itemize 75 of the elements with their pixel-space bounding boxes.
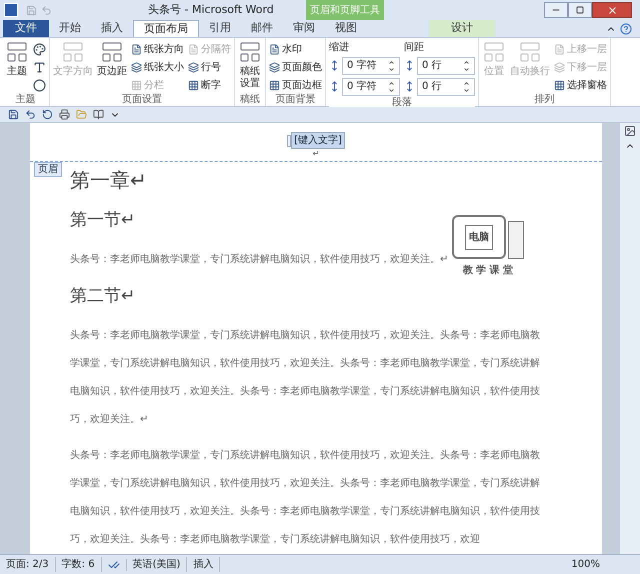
group-label: 稿纸 — [238, 94, 262, 106]
heading: 第一章↵ — [70, 169, 147, 194]
close-button[interactable] — [592, 2, 632, 18]
heading: 第二节↵ — [70, 285, 135, 307]
ribbon-tab[interactable]: 审阅 — [283, 20, 325, 37]
ribbon-tab[interactable]: 引用 — [199, 20, 241, 37]
spin-field[interactable]: 0 字符 — [342, 56, 400, 74]
screen-label: 电脑 — [465, 224, 493, 250]
spin-field[interactable]: 0 行 — [417, 56, 475, 74]
paragraph-line: 巧，欢迎关注。头条号：李老师电脑教学课堂，专门系统讲解电脑知识，软件使用技巧，欢迎 — [70, 532, 480, 547]
zoom-level[interactable]: 100% — [571, 557, 600, 572]
paragraph-line: 电脑知识，软件使用技巧，欢迎关注。头条号：李老师电脑教学课堂，专门系统讲解电脑知识，软件使用技 — [70, 504, 540, 519]
spacing-icon — [329, 60, 340, 71]
ribbon-small-button[interactable]: 水印 — [269, 40, 322, 58]
ruler-toggle-icon[interactable] — [624, 125, 636, 137]
ribbon-large-button[interactable]: 稿纸设置 — [238, 40, 262, 90]
ribbon-tab[interactable]: 邮件 — [241, 20, 283, 37]
context-tab-label: 页眉和页脚工具 — [306, 0, 384, 20]
spin-field[interactable]: 0 字符 — [342, 78, 400, 96]
group-heading: 间距 — [404, 41, 425, 55]
paragraph-line: 学课堂，专门系统讲解电脑知识，软件使用技巧，欢迎关注。头条号：李老师电脑教学课堂，专门系统讲解 — [70, 356, 540, 371]
page-icon — [518, 40, 542, 64]
paragraph-line: 头条号：李老师电脑教学课堂，专门系统讲解电脑知识，软件使用技巧，欢迎关注。头条号：李老师电脑教 — [70, 328, 540, 343]
ribbon-large-button[interactable]: 主题 — [5, 40, 29, 78]
ribbon-small-button[interactable]: 页面边框 — [269, 76, 322, 94]
paragraph-line: 巧，欢迎关注。↵ — [70, 412, 148, 427]
ribbon-tab[interactable]: 页面布局 — [133, 20, 199, 37]
ribbon-small-button[interactable]: 页面颜色 — [269, 58, 322, 76]
save-icon[interactable] — [8, 109, 19, 120]
page-icon — [61, 40, 85, 64]
maximize-icon — [576, 6, 584, 14]
content-control-handle-icon — [287, 134, 292, 146]
paragraph-mark: ↵ — [312, 149, 320, 159]
group-heading: 缩进 — [329, 40, 350, 55]
maximize-button[interactable] — [568, 2, 592, 18]
help-icon[interactable] — [620, 23, 632, 35]
ribbon-small-button[interactable]: 选择窗格 — [554, 76, 607, 94]
spacing-icon — [404, 60, 415, 71]
page-icon — [238, 40, 262, 64]
word-logo-icon — [4, 3, 18, 17]
status-item[interactable]: 插入 — [187, 557, 220, 572]
status-item[interactable]: 字数: 6 — [56, 557, 102, 572]
paragraph-line: 学课堂，专门系统讲解电脑知识，软件使用技巧，欢迎关注。头条号：李老师电脑教学课堂，专门系统讲解 — [70, 476, 540, 491]
redo-icon[interactable] — [42, 109, 53, 120]
spacing-icon — [329, 81, 340, 92]
ribbon-small-button[interactable]: 断字 — [188, 76, 231, 94]
logo-caption: 教 学 课 堂 — [462, 264, 514, 278]
ribbon-small-button[interactable]: 纸张方向 — [131, 40, 184, 58]
page-icon — [100, 40, 124, 64]
ribbon-tab[interactable]: 视图 — [325, 20, 367, 37]
proofing-icon[interactable] — [108, 558, 120, 570]
status-item[interactable]: 页面: 2/3 — [0, 557, 56, 572]
ribbon-tab[interactable]: 文件 — [3, 20, 49, 37]
header-placeholder[interactable]: [键入文字] — [291, 132, 345, 149]
close-icon — [606, 4, 618, 16]
paragraph-line: 头条号：李老师电脑教学课堂，专门系统讲解电脑知识，软件使用技巧，欢迎关注。头条号：李老师电脑教 — [70, 448, 540, 463]
undo-icon[interactable] — [25, 109, 36, 120]
ribbon-tab[interactable]: 开始 — [49, 20, 91, 37]
ribbon-small-button[interactable]: 行号 — [188, 58, 231, 76]
window-title: 头条号 - Microsoft Word — [148, 2, 274, 18]
status-item[interactable]: 英语(美国) — [126, 557, 188, 572]
ribbon-tab[interactable]: 设计 — [429, 20, 495, 37]
computer-tower-drawing — [508, 221, 524, 259]
ribbon-large-button[interactable]: 页边距 — [97, 40, 127, 78]
paragraph-line: 头条号：李老师电脑教学课堂，专门系统讲解电脑知识，软件使用技巧，欢迎关注。↵ — [70, 252, 448, 267]
page-icon — [482, 40, 506, 64]
print-preview-icon[interactable] — [59, 109, 70, 120]
page-icon — [5, 40, 29, 64]
paragraph-line: 电脑知识，软件使用技巧，欢迎关注。头条号：李老师电脑教学课堂，专门系统讲解电脑知识，软件使用技 — [70, 384, 540, 399]
header-tag: 页眉 — [34, 162, 62, 177]
spacing-icon — [404, 81, 415, 92]
ribbon-small-button[interactable]: 纸张大小 — [131, 58, 184, 76]
heading: 第一节↵ — [70, 209, 135, 231]
spin-field[interactable]: 0 行 — [417, 78, 475, 96]
ribbon-tab[interactable]: 插入 — [91, 20, 133, 37]
